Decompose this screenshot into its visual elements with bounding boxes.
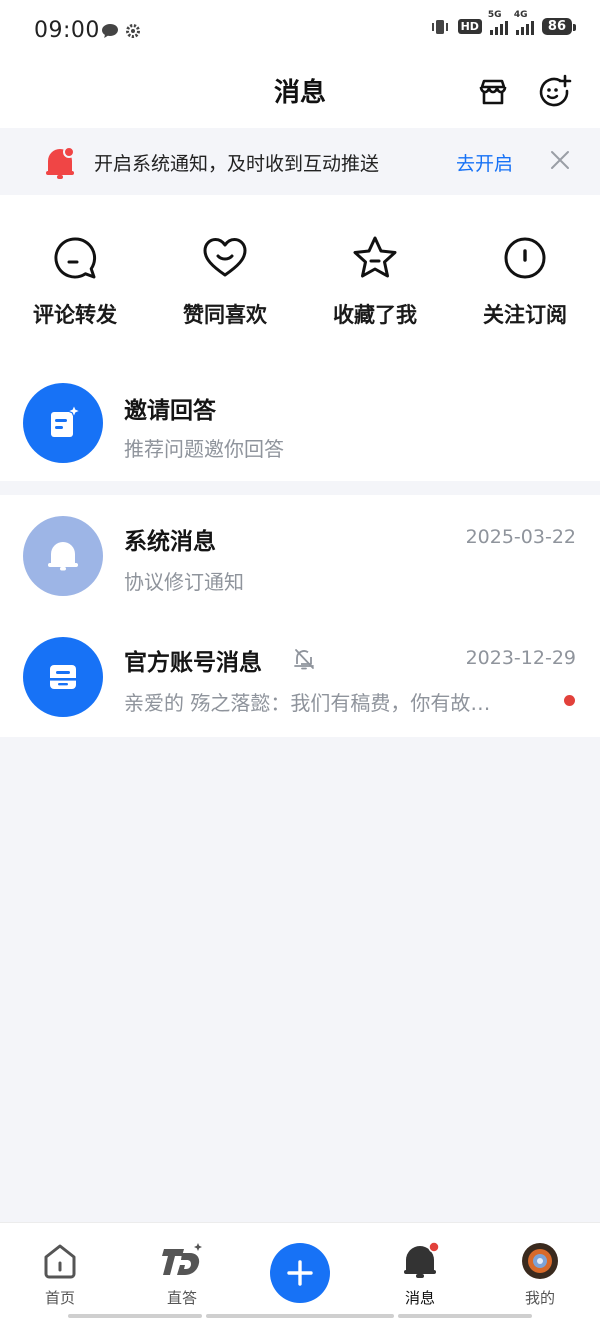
- quick-label: 收藏了我: [333, 303, 417, 327]
- quick-label: 赞同喜欢: [183, 303, 267, 327]
- signal-5g: 5G: [488, 10, 508, 35]
- unread-dot: [564, 695, 575, 706]
- close-icon[interactable]: [548, 148, 572, 172]
- message-title: 官方账号消息: [124, 650, 262, 676]
- message-date: 2025-03-22: [465, 526, 576, 548]
- gesture-bar: [68, 1314, 202, 1318]
- quick-comment-repost[interactable]: 评论转发: [0, 235, 150, 329]
- message-preview: 亲爱的 殇之落懿：我们有稿费，你有故…: [124, 691, 491, 715]
- message-preview: 协议修订通知: [124, 570, 244, 594]
- shop-icon: [479, 79, 507, 105]
- top-area: 09:00 HD 5G 4G 86 消息: [0, 0, 600, 128]
- invite-row[interactable]: 邀请回答 推荐问题邀你回答: [0, 383, 600, 503]
- notification-banner: 开启系统通知，及时收到互动推送 去开启: [0, 128, 600, 195]
- user-avatar: [522, 1243, 558, 1279]
- quick-label: 关注订阅: [483, 303, 567, 327]
- notice-text: 开启系统通知，及时收到互动推送: [94, 153, 380, 175]
- battery-level: 86: [541, 18, 577, 35]
- follow-icon: [504, 237, 546, 279]
- signal-4g-label: 4G: [513, 9, 528, 20]
- quick-actions: 评论转发 赞同喜欢 收藏了我 关注订阅: [0, 195, 600, 355]
- tab-label: 我的: [524, 1289, 555, 1307]
- chat-notification-icon: [102, 24, 118, 38]
- bell-alert-icon: [46, 146, 75, 179]
- create-button[interactable]: [270, 1243, 330, 1303]
- add-friend-icon: [539, 74, 572, 107]
- tab-label: 直答: [166, 1289, 197, 1307]
- invite-title: 邀请回答: [124, 398, 216, 424]
- comment-bubble-icon: [54, 237, 97, 279]
- signal-5g-label: 5G: [487, 9, 502, 20]
- vibrate-icon: [431, 19, 448, 34]
- message-title: 系统消息: [124, 529, 216, 555]
- gear-icon: [126, 24, 140, 38]
- tab-label: 消息: [404, 1289, 435, 1307]
- message-date: 2023-12-29: [465, 647, 576, 669]
- quick-follow[interactable]: 关注订阅: [450, 235, 600, 329]
- gesture-bar: [206, 1314, 394, 1318]
- quick-like[interactable]: 赞同喜欢: [150, 235, 300, 329]
- add-friend-button[interactable]: [534, 72, 574, 112]
- signal-4g: 4G: [514, 10, 534, 35]
- bell-icon: [48, 542, 78, 571]
- tab-me[interactable]: 我的: [480, 1241, 600, 1308]
- quick-label: 评论转发: [33, 303, 117, 327]
- bell-tab-icon: [404, 1241, 440, 1278]
- star-icon: [353, 236, 397, 278]
- tab-label: 首页: [44, 1289, 75, 1307]
- quick-favorite[interactable]: 收藏了我: [300, 235, 450, 329]
- status-time: 09:00: [34, 18, 100, 43]
- plus-icon: [287, 1260, 313, 1286]
- mute-bell-icon: [294, 649, 314, 670]
- tab-zhida[interactable]: 直答: [122, 1241, 242, 1308]
- zhida-logo-icon: [162, 1243, 202, 1275]
- list-item[interactable]: 系统消息 2025-03-22 协议修订通知: [0, 516, 600, 636]
- tab-home[interactable]: 首页: [0, 1241, 120, 1308]
- list-item[interactable]: 官方账号消息 2023-12-29 亲爱的 殇之落懿：我们有稿费，你有故…: [0, 637, 600, 757]
- system-avatar: [23, 516, 103, 596]
- bottom-tabbar: 首页 直答 消息 我的: [0, 1222, 600, 1321]
- invite-avatar: [23, 383, 103, 463]
- message-list: 系统消息 2025-03-22 协议修订通知 官方账号消息 2023-12-29…: [0, 495, 600, 737]
- home-icon: [44, 1244, 76, 1279]
- hd-badge: HD: [457, 19, 482, 34]
- inbox-tray-icon: [50, 665, 76, 689]
- status-right: HD 5G 4G 86: [430, 10, 577, 35]
- invite-card[interactable]: 邀请回答 推荐问题邀你回答: [0, 355, 600, 481]
- tab-messages[interactable]: 消息: [360, 1241, 480, 1308]
- status-bar: 09:00 HD 5G 4G 86: [0, 0, 600, 64]
- enable-notification-link[interactable]: 去开启: [456, 149, 513, 176]
- heart-smile-icon: [203, 238, 247, 277]
- official-avatar: [23, 637, 103, 717]
- shop-button[interactable]: [473, 72, 513, 112]
- invite-answer-icon: [51, 403, 82, 437]
- invite-subtitle: 推荐问题邀你回答: [124, 437, 284, 461]
- gesture-bar: [398, 1314, 532, 1318]
